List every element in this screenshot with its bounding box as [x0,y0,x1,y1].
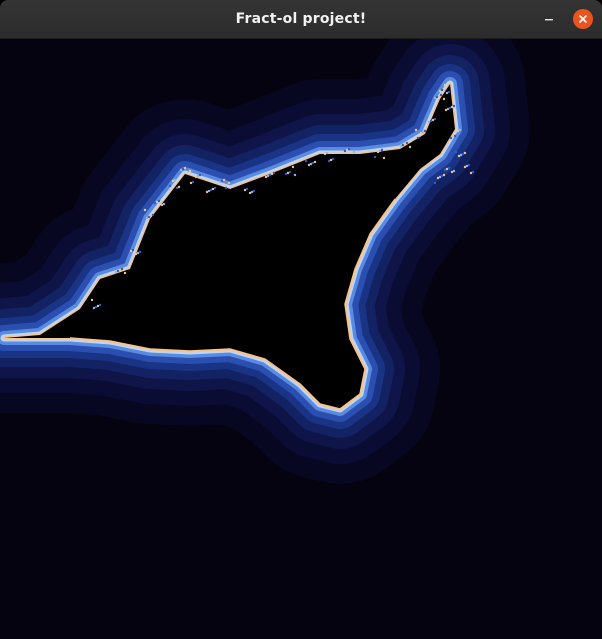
filament-dot [157,199,161,203]
filament-dot [131,248,135,252]
filament-dot [143,208,147,212]
app-window: Fract-ol project! [0,0,602,639]
filament-dot [433,117,437,121]
filament-dot [416,136,420,140]
minimize-icon [545,19,553,21]
filament-dot [458,128,462,132]
filament-dot [443,83,447,87]
filament-dot [188,169,192,173]
filament-dot [272,171,276,175]
filament-dot [471,170,475,174]
filament-dot [447,90,451,94]
filament-dot [151,213,155,217]
filament-dot [252,189,256,193]
filament-dot [227,181,231,185]
filament-dot [162,202,166,206]
filament-dot [447,166,451,170]
filament-dot [347,147,351,151]
filament-dot [439,93,443,97]
fractal-canvas[interactable] [0,39,602,639]
filament-dot [452,169,456,173]
filament-dot [222,178,226,182]
filament-dot [325,151,329,155]
filament-dot [453,134,457,138]
filament-dot [408,145,412,149]
filament-dot [288,170,292,174]
filament-dot [90,298,94,302]
filament-dot [414,128,418,132]
title-bar[interactable]: Fract-ol project! [0,0,602,39]
filament-dot [291,165,295,169]
filament-dot [191,180,195,184]
filament-dot [185,165,189,169]
close-icon [579,15,587,23]
filament-dot [331,157,335,161]
filament-dot [304,159,308,163]
filament-dot [463,151,467,155]
filament-dot [423,129,427,133]
filament-dot [442,173,446,177]
filament-dot [382,156,386,160]
filament-dot [440,88,444,92]
filament-dot [98,303,102,307]
filament-dot [245,187,249,191]
filament-dot [293,173,297,177]
window-title: Fract-ol project! [235,11,367,27]
filament-dot [352,150,356,154]
filament-dot [120,267,124,271]
filament-dot [177,185,181,189]
filament-dot [373,155,377,159]
minimize-button[interactable] [539,9,559,29]
filament-dot [405,141,409,145]
filament-dot [138,250,142,254]
filament-dot [442,97,446,101]
filament-dot [173,178,177,182]
filament-dot [454,150,458,154]
filament-dot [380,148,384,152]
filament-dot [123,271,127,275]
filament-dot [198,173,202,177]
filament-dot [467,163,471,167]
filament-dot [213,186,217,190]
filament-dot [433,181,437,185]
filament-dot [168,184,172,188]
filament-dot [313,160,317,164]
close-button[interactable] [573,9,593,29]
filament-dot [452,104,456,108]
filament-dot [224,186,228,190]
fractal-render [0,39,602,639]
